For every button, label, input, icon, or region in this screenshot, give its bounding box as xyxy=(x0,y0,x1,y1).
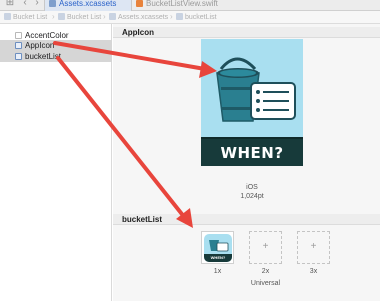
breadcrumb-item-assets[interactable]: Assets.xcassets xyxy=(109,13,168,21)
folder-icon xyxy=(58,13,65,20)
forward-arrow-icon[interactable]: › xyxy=(32,0,42,9)
image-set-icon xyxy=(15,53,22,60)
app-icon-set-icon xyxy=(15,42,22,49)
image-set-icon xyxy=(176,13,183,20)
banner-text: WHEN? xyxy=(220,144,284,162)
app-icon-well[interactable]: WHEN? xyxy=(201,39,303,166)
plus-icon: + xyxy=(262,241,269,252)
bucket-icon xyxy=(216,57,296,122)
asset-sidebar: AccentColor AppIcon bucketList xyxy=(0,24,112,301)
swift-file-icon xyxy=(136,0,143,7)
chevron-right-icon: › xyxy=(103,12,106,21)
asset-catalog-icon xyxy=(109,13,116,20)
bucket-thumbnail: WHEN? xyxy=(204,234,232,262)
size-label: 1,024pt xyxy=(240,193,264,200)
section-header-bucketlist: bucketList xyxy=(113,214,380,225)
project-icon xyxy=(4,13,11,20)
chevron-right-icon: › xyxy=(52,12,55,21)
asset-editor: AppIcon WHEN? iOS 1,024pt bucketList WHE… xyxy=(113,24,380,301)
tab-bucketlistview[interactable]: BucketListView.swift xyxy=(132,0,252,11)
breadcrumb-item-bucketlist[interactable]: bucketList xyxy=(176,13,217,21)
sidebar-item-appicon[interactable]: AppIcon xyxy=(0,40,112,51)
color-set-icon xyxy=(15,32,22,39)
slot-label-2x: 2x xyxy=(261,268,270,275)
chevron-right-icon: › xyxy=(170,12,173,21)
tab-label: Assets.xcassets xyxy=(59,0,117,8)
back-arrow-icon[interactable]: ‹ xyxy=(20,0,30,9)
image-slot-3x[interactable]: + xyxy=(297,231,330,264)
slot-label-1x: 1x xyxy=(213,268,222,275)
section-header-appicon: AppIcon xyxy=(113,27,380,38)
thumb-banner: WHEN? xyxy=(204,254,232,262)
image-slot-2x[interactable]: + xyxy=(249,231,282,264)
breadcrumb-item-project[interactable]: Bucket List xyxy=(4,13,47,21)
platform-label: iOS xyxy=(246,184,258,191)
asset-catalog-icon xyxy=(49,0,56,7)
grid-icon[interactable]: ⊞ xyxy=(4,0,16,9)
universal-label: Universal xyxy=(250,280,281,287)
plus-icon: + xyxy=(310,241,317,252)
bucket-icon xyxy=(209,240,229,252)
slot-label-3x: 3x xyxy=(309,268,318,275)
tab-bar: ⊞ ‹ › Assets.xcassets BucketListView.swi… xyxy=(0,0,380,11)
icon-banner: WHEN? xyxy=(201,137,303,166)
breadcrumb-item-folder[interactable]: Bucket List xyxy=(58,13,101,21)
tab-assets[interactable]: Assets.xcassets xyxy=(44,0,132,11)
breadcrumb: Bucket List › Bucket List › Assets.xcass… xyxy=(0,11,380,24)
tab-label: BucketListView.swift xyxy=(146,0,218,8)
image-slot-1x[interactable]: WHEN? xyxy=(201,231,234,264)
sidebar-item-bucketlist[interactable]: bucketList xyxy=(0,51,112,62)
